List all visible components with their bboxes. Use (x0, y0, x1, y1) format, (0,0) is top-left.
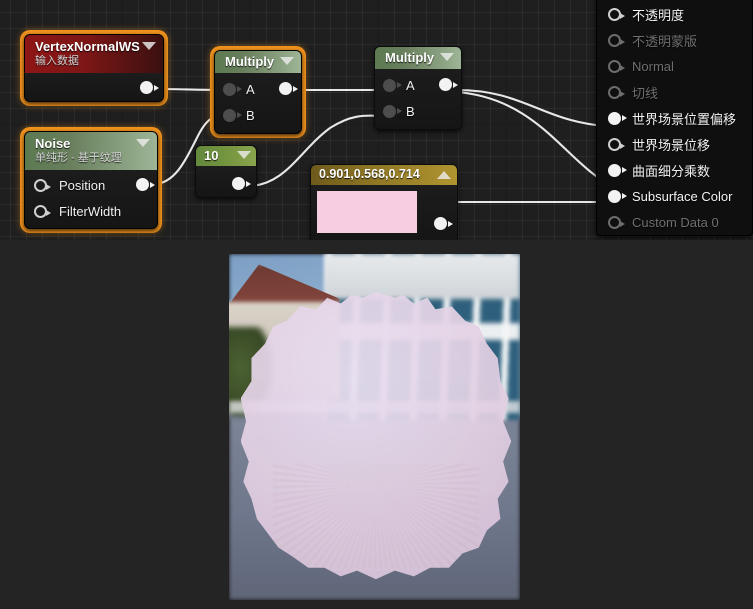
output-pin-multiply-2[interactable] (439, 78, 458, 91)
material-graph-canvas[interactable]: VertexNormalWS 输入数据 Noise 单纯形 - 基于纹理 Pos… (0, 0, 753, 240)
output-row-world-displacement[interactable]: 世界场景位移 (597, 131, 752, 157)
output-pin-opacity[interactable] (608, 7, 625, 21)
output-label: Subsurface Color (632, 188, 733, 204)
node-input-row[interactable]: A (375, 72, 461, 98)
chevron-down-icon[interactable] (237, 151, 251, 159)
node-header-constant-10: 10 (196, 146, 256, 166)
input-pin-b[interactable] (223, 108, 242, 122)
node-title: Multiply (385, 50, 435, 65)
chevron-down-icon[interactable] (142, 42, 156, 50)
input-label: A (406, 77, 415, 93)
output-row-tessellation-multiplier[interactable]: 曲面细分乘数 (597, 157, 752, 183)
output-pin-multiply-1[interactable] (279, 82, 298, 95)
building-top-band (325, 254, 520, 299)
color-swatch[interactable] (317, 191, 417, 233)
output-pin-tessellation-multiplier[interactable] (608, 163, 627, 177)
node-body (311, 185, 457, 240)
sphere-displacement-detail (273, 464, 479, 568)
node-header-multiply-1: Multiply (215, 51, 301, 73)
output-label: 不透明度 (632, 7, 685, 23)
input-pin-a[interactable] (223, 82, 242, 96)
input-pin-position[interactable] (34, 178, 51, 192)
node-noise[interactable]: Noise 单纯形 - 基于纹理 Position FilterWidth (20, 127, 162, 233)
node-header-constant-vector: 0.901,0.568,0.714 (311, 165, 457, 185)
output-pin-world-displacement[interactable] (608, 137, 625, 151)
node-title: Noise (35, 136, 71, 151)
output-pin-constant-vector[interactable] (434, 217, 453, 230)
output-pin-noise[interactable] (136, 178, 155, 191)
input-pin-a[interactable] (383, 78, 402, 92)
chevron-down-icon[interactable] (136, 139, 150, 147)
output-row-subsurface-color[interactable]: Subsurface Color (597, 183, 752, 209)
output-label: 世界场景位置偏移 (632, 111, 737, 127)
output-pin-constant-10[interactable] (232, 177, 251, 190)
preview-sphere-mesh[interactable] (240, 292, 512, 580)
chevron-down-icon[interactable] (280, 57, 294, 65)
input-label: FilterWidth (59, 203, 122, 219)
node-header-multiply-2: Multiply (375, 47, 461, 69)
node-body: A B (215, 73, 301, 133)
node-vertex-normal-ws[interactable]: VertexNormalWS 输入数据 (20, 30, 168, 106)
output-pin-tangent[interactable] (608, 85, 625, 99)
output-pin-world-position-offset[interactable] (608, 111, 627, 125)
material-preview-viewport[interactable] (229, 254, 520, 600)
node-body: Position FilterWidth (25, 170, 157, 228)
node-title: VertexNormalWS (35, 39, 140, 54)
node-title: 10 (204, 148, 219, 163)
chevron-down-icon[interactable] (440, 53, 454, 61)
input-label: B (246, 107, 255, 123)
node-input-row[interactable]: FilterWidth (25, 198, 157, 224)
input-pin-b[interactable] (383, 104, 402, 118)
output-label: 切线 (632, 85, 659, 101)
chevron-up-icon[interactable] (437, 171, 451, 179)
output-row-tangent[interactable]: 切线 (597, 79, 752, 105)
output-pin-custom-data-0[interactable] (608, 215, 625, 229)
node-header-noise: Noise 单纯形 - 基于纹理 (25, 132, 157, 170)
output-pin-opacity-mask[interactable] (608, 33, 625, 47)
output-label: Custom Data 0 (632, 214, 719, 230)
input-label: A (246, 81, 255, 97)
node-multiply-1[interactable]: Multiply A B (210, 46, 306, 138)
node-body: A B (375, 69, 461, 129)
input-label: Position (59, 177, 106, 193)
node-constant-vector-color[interactable]: 0.901,0.568,0.714 (310, 164, 458, 240)
output-row-opacity-mask[interactable]: 不透明蒙版 (597, 27, 752, 53)
output-pin-subsurface-color[interactable] (608, 189, 627, 203)
material-output-node[interactable]: 不透明度 不透明蒙版 Normal 切线 世界场景位置偏移 世界场景位移 曲面细… (596, 0, 753, 236)
node-header-vertex-normal-ws: VertexNormalWS 输入数据 (25, 35, 163, 73)
node-body (196, 166, 256, 197)
node-subtitle: 单纯形 - 基于纹理 (35, 152, 122, 164)
node-title: Multiply (225, 54, 275, 69)
node-title: 0.901,0.568,0.714 (319, 167, 420, 181)
material-editor-window: VertexNormalWS 输入数据 Noise 单纯形 - 基于纹理 Pos… (0, 0, 753, 609)
output-pin-vertex-normal-ws[interactable] (140, 81, 159, 94)
node-constant-10[interactable]: 10 (195, 145, 257, 198)
node-input-row[interactable]: B (375, 98, 461, 124)
output-row-opacity[interactable]: 不透明度 (597, 1, 752, 27)
output-row-world-position-offset[interactable]: 世界场景位置偏移 (597, 105, 752, 131)
wire-multiply2-to-tessmult (455, 90, 598, 178)
output-label: Normal (632, 58, 674, 74)
node-body (25, 73, 163, 101)
input-label: B (406, 103, 415, 119)
input-pin-filterwidth[interactable] (34, 204, 51, 218)
output-label: 曲面细分乘数 (632, 163, 711, 179)
output-row-normal[interactable]: Normal (597, 53, 752, 79)
node-input-row[interactable]: A (215, 76, 301, 102)
output-row-custom-data-0[interactable]: Custom Data 0 (597, 209, 752, 235)
output-label: 不透明蒙版 (632, 33, 698, 49)
output-label: 世界场景位移 (632, 137, 711, 153)
node-multiply-2[interactable]: Multiply A B (374, 46, 462, 130)
wire-multiply2-to-wpo (455, 88, 598, 127)
node-input-row[interactable]: Position (25, 172, 157, 198)
node-input-row[interactable]: B (215, 102, 301, 128)
output-pin-normal[interactable] (608, 59, 625, 73)
node-subtitle: 输入数据 (35, 55, 79, 67)
